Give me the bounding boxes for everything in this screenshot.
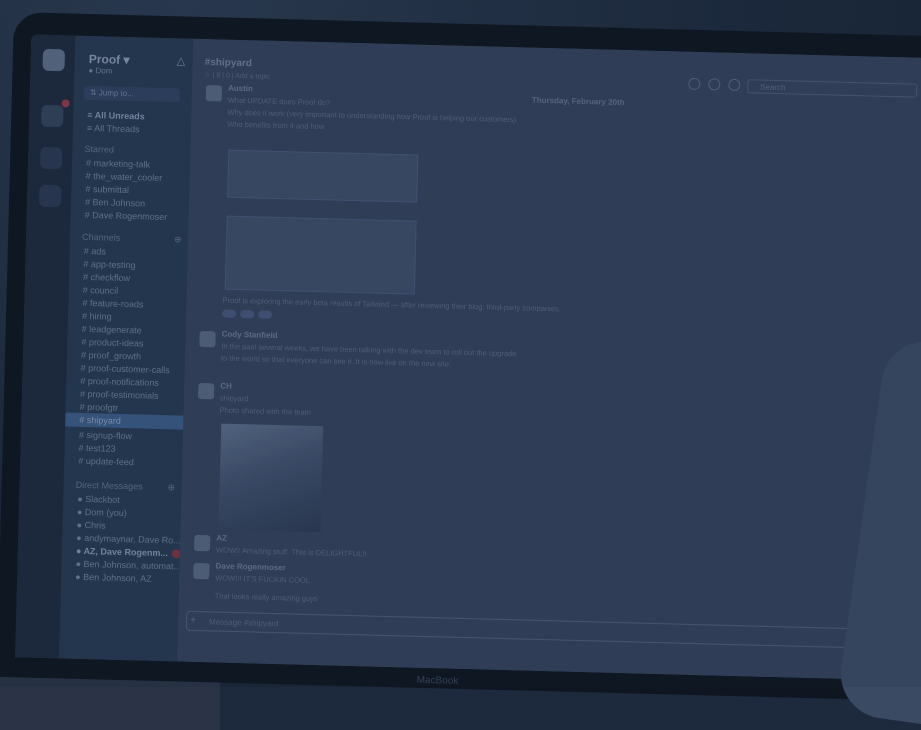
sidebar-item-dm-label: ● AZ, Dave Rogenm... [75,545,169,559]
sidebar-item-starred[interactable]: # the_water_cooler [86,171,163,183]
channels-header[interactable]: Channels [82,232,120,243]
sidebar-item-channel[interactable]: # proof-testimonials [80,389,159,401]
message-text: That looks really amazing guys [214,591,318,604]
sidebar-item-channel[interactable]: # proofgtr [80,402,119,413]
avatar[interactable] [199,330,216,348]
avatar[interactable] [205,85,223,102]
sidebar-item-channel[interactable]: # signup-flow [79,430,132,441]
sidebar-item-channel[interactable]: # proof-notifications [80,376,159,388]
jump-to-button[interactable]: ⇅ Jump to... [83,85,181,103]
message-pane: #shipyard ☆ | 8 | 0 | Add a topic Search… [177,38,921,682]
message-text: What UPDATE does Proof do? [227,95,331,108]
sidebar-item-dm[interactable]: ● andymaynar, Dave Ro... [76,533,181,546]
sidebar-item-channel[interactable]: # test123 [78,443,115,454]
message-author[interactable]: Dave Rogenmoser [215,561,285,572]
sidebar-item-channel[interactable]: # update-feed [78,456,134,467]
message-text: Who benefits from it and how [227,119,325,132]
sidebar-item-all-threads[interactable]: ≡ All Threads [87,123,140,134]
sidebar-item-channel[interactable]: # council [83,285,119,296]
day-divider: Thursday, February 20th [531,95,625,108]
sidebar-item-channel[interactable]: # app-testing [83,259,135,270]
avatar[interactable] [197,382,215,400]
sidebar-item-channel[interactable]: # ads [84,246,106,257]
message-author[interactable]: Austin [228,84,253,94]
sidebar-item-channel[interactable]: # checkflow [83,272,130,283]
plus-icon[interactable]: + [190,615,196,626]
message-text: shipyard [219,393,249,404]
shared-photo[interactable] [218,423,324,533]
sidebar-item-dm[interactable]: ● Ben Johnson, AZ [75,572,152,584]
laptop-bezel: Proof ▾ ● Dom △ ⇅ Jump to... ≡ All Unrea… [0,12,921,702]
brand-label: MacBook [416,674,459,687]
info-icon[interactable] [708,78,721,91]
search-input[interactable]: Search [747,79,918,98]
message-text: Photo shared with the team [219,405,312,417]
sidebar-item-dm[interactable]: ● Dom (you) [77,507,127,518]
attachment-card[interactable] [227,149,419,203]
sidebar-item-starred[interactable]: # submittal [85,184,129,195]
settings-icon[interactable] [728,78,741,92]
sidebar-item-starred[interactable]: # Ben Johnson [85,197,145,209]
sidebar-item-channel[interactable]: # proof_growth [81,350,141,362]
dm-header[interactable]: Direct Messages [76,480,143,492]
sidebar-item-channel[interactable]: # proof-customer-calls [81,363,170,375]
reaction[interactable] [258,310,273,319]
message-text: to the world so that everyone can see it… [220,353,452,369]
phone-icon[interactable] [688,77,701,90]
message-author[interactable]: AZ [216,533,227,542]
message-text: WOW!!! IT'S FUCKIN COOL [215,573,311,585]
message-input[interactable]: Message #shipyard [185,610,921,651]
avatar[interactable] [193,562,210,580]
workspace-item[interactable] [38,184,62,208]
sidebar-item-channel-active[interactable]: # shipyard [79,415,121,426]
message-author[interactable]: Cody Stanfield [222,330,278,340]
sidebar-item-dm[interactable]: ● AZ, Dave Rogenm... [75,545,182,559]
sidebar-item-dm[interactable]: ● Slackbot [77,494,120,505]
sidebar-item-channel[interactable]: # product-ideas [81,337,143,349]
avatar[interactable] [193,534,211,552]
sidebar-item-starred[interactable]: # marketing-talk [86,158,150,170]
notification-badge [61,99,70,108]
sidebar-item-dm[interactable]: ● Chris [76,520,105,531]
add-dm-icon[interactable]: ⊕ [167,482,175,493]
attachment-card[interactable] [224,215,417,295]
user-status: ● Dom [88,65,113,76]
sidebar-item-channel[interactable]: # leadgenerate [82,324,142,336]
reaction[interactable] [222,309,237,318]
sidebar-item-all-unreads[interactable]: ≡ All Unreads [87,110,145,122]
channel-sidebar: Proof ▾ ● Dom △ ⇅ Jump to... ≡ All Unrea… [59,35,194,662]
laptop-screen: Proof ▾ ● Dom △ ⇅ Jump to... ≡ All Unrea… [15,34,921,682]
workspace-item[interactable] [39,146,63,170]
sidebar-item-channel[interactable]: # feature-roads [82,298,143,310]
add-channel-icon[interactable]: ⊕ [174,234,182,245]
message-author[interactable]: CH [220,382,232,391]
sidebar-item-starred[interactable]: # Dave Rogenmoser [85,210,168,222]
bell-icon[interactable]: △ [177,54,186,67]
workspace-item[interactable] [41,104,64,128]
workspace-logo[interactable] [42,48,66,72]
starred-header[interactable]: Starred [84,144,114,155]
channel-meta: ☆ | 8 | 0 | Add a topic [204,72,271,81]
message-text: WOW!! Amazing stuff. That is DELIGHTFUL!… [215,545,367,559]
sidebar-item-dm[interactable]: ● Ben Johnson, automat... [75,559,181,572]
message-text: Proof is exploring the early beta result… [222,295,561,314]
team-name[interactable]: Proof ▾ [89,52,130,67]
reaction[interactable] [240,310,255,319]
channel-title[interactable]: #shipyard [205,57,253,69]
sidebar-item-channel[interactable]: # hiring [82,311,112,322]
